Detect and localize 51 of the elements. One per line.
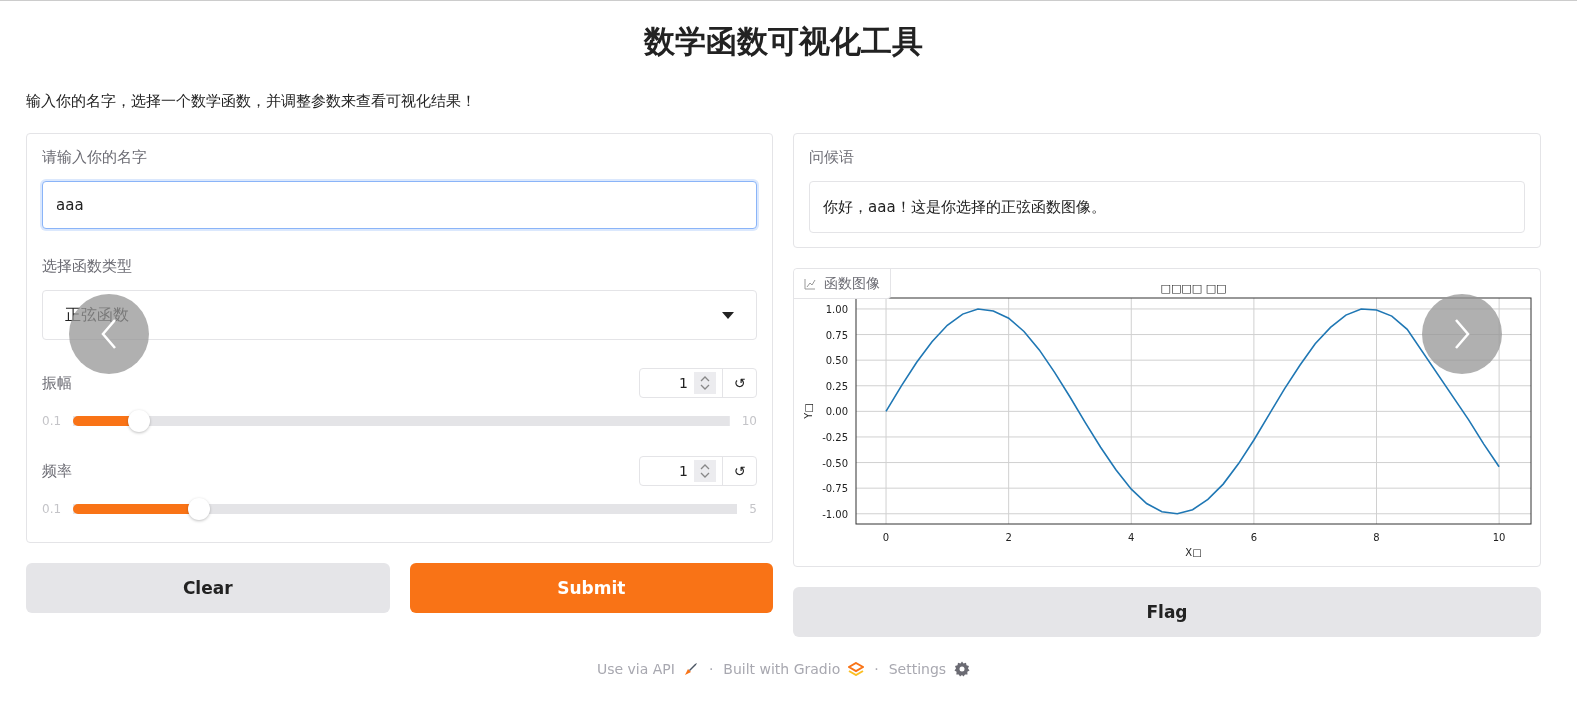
chart-icon	[804, 277, 816, 290]
number-field[interactable]: 1 ↺	[639, 368, 757, 398]
x-tick-label: 6	[1250, 532, 1258, 543]
y-tick-label: -0.25	[822, 431, 848, 443]
y-tick-label: 0.00	[825, 406, 848, 418]
slider-label: 频率	[42, 461, 72, 481]
x-tick-label: 2	[1005, 532, 1012, 543]
slider-min: 0.1	[42, 502, 62, 516]
plot-label-text: 函数图像	[824, 274, 880, 293]
flag-button[interactable]: Flag	[793, 587, 1541, 637]
reset-button[interactable]: ↺	[722, 369, 756, 397]
field-label: 请输入你的名字	[42, 148, 148, 167]
greeting-output: 你好，aaa！这是你选择的正弦函数图像。	[809, 181, 1525, 233]
x-axis-label: X□	[1185, 547, 1202, 558]
slider-max: 10	[741, 414, 757, 428]
y-tick-label: 0.50	[825, 355, 848, 367]
y-tick-label: -0.75	[822, 483, 848, 495]
y-tick-label: -0.50	[822, 457, 848, 469]
description: 输入你的名字，选择一个数学函数，并调整参数来查看可视化结果！	[26, 92, 477, 111]
reset-button[interactable]: ↺	[722, 457, 756, 485]
y-tick-label: 0.25	[825, 380, 848, 392]
y-axis-label: Y□	[803, 403, 814, 419]
spinner-icon	[700, 463, 710, 479]
y-tick-label: -1.00	[822, 508, 848, 520]
settings-icon	[954, 661, 971, 677]
chart-title: □□□□ □□	[1160, 282, 1227, 295]
slider-max: 5	[749, 502, 757, 516]
page-title: 数学函数可视化工具	[642, 22, 924, 61]
y-tick-label: 1.00	[825, 303, 848, 315]
chevron-right-icon	[1453, 318, 1471, 350]
rocket-icon	[682, 661, 699, 677]
slider-thumb[interactable]	[188, 498, 211, 520]
field-label: 问候语	[809, 148, 855, 167]
clear-button[interactable]: Clear	[26, 563, 390, 613]
logo-icon	[848, 662, 865, 676]
name-input[interactable]: aaa	[42, 181, 757, 229]
slider-label: 振幅	[42, 373, 72, 393]
next-button[interactable]	[1422, 294, 1502, 374]
separator-dot: ·	[874, 661, 879, 677]
x-tick-label: 0	[882, 532, 890, 543]
field-label: 选择函数类型	[42, 257, 133, 276]
number-field[interactable]: 1 ↺	[639, 456, 757, 486]
caret-icon	[722, 311, 734, 319]
x-tick-label: 8	[1373, 532, 1380, 543]
separator-dot: ·	[708, 661, 714, 677]
x-tick-label: 4	[1128, 532, 1135, 543]
slider-min: 0.1	[42, 414, 62, 428]
spinner-icon	[700, 375, 710, 391]
slider-thumb[interactable]	[127, 410, 150, 432]
y-tick-label: 0.75	[825, 329, 848, 341]
x-tick-label: 10	[1492, 532, 1506, 543]
